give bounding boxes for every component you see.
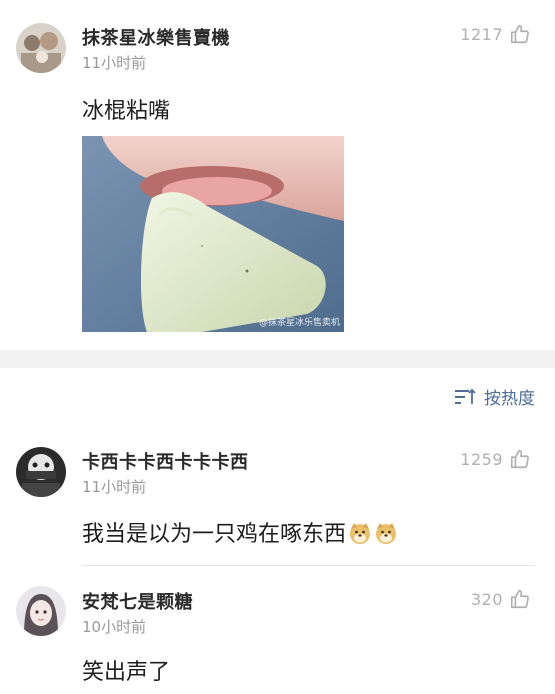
- thumbs-up-icon: [510, 24, 529, 44]
- comment-image[interactable]: @抹茶星冰乐售卖机: [82, 136, 344, 332]
- like-count: 320: [470, 589, 503, 609]
- image-watermark: @抹茶星冰乐售卖机: [258, 318, 340, 328]
- avatar[interactable]: [16, 586, 66, 636]
- like-count: 1259: [460, 449, 503, 469]
- comment-text: 我当是以为一只鸡在啄东西: [82, 516, 398, 548]
- comment-text-content: 我当是以为一只鸡在啄东西: [82, 522, 347, 547]
- sort-icon: [455, 388, 476, 404]
- popsicle-photo: [82, 136, 344, 332]
- avatar[interactable]: [16, 447, 66, 497]
- comment-item: 卡西卡卡西卡卡卡西 11小时前 1259 我当是以为一只鸡在啄东西: [0, 430, 555, 565]
- like-button[interactable]: 320: [471, 588, 531, 610]
- thumbs-up-icon: [510, 449, 529, 469]
- section-divider: [0, 350, 555, 368]
- comment-item: 安梵七是颗糖 10小时前 320 笑出声了: [0, 566, 555, 694]
- like-count: 1217: [460, 24, 503, 44]
- sort-by-hot-button[interactable]: 按热度: [454, 384, 535, 409]
- timestamp: 10小时前: [82, 618, 147, 636]
- username[interactable]: 安梵七是颗糖: [82, 588, 193, 614]
- top-comment: 抹茶星冰樂售賣機 11小时前 1217 冰棍粘嘴 @抹茶星冰乐售卖机: [0, 0, 555, 350]
- timestamp: 11小时前: [82, 54, 147, 72]
- username[interactable]: 卡西卡卡西卡卡卡西: [82, 448, 249, 474]
- comment-text: 冰棍粘嘴: [82, 99, 171, 124]
- thumbs-up-icon: [510, 589, 529, 609]
- timestamp: 11小时前: [82, 478, 147, 496]
- like-button[interactable]: 1217: [460, 23, 531, 45]
- username[interactable]: 抹茶星冰樂售賣機: [82, 24, 230, 50]
- doge-emoji-icon: [350, 523, 371, 544]
- like-button[interactable]: 1259: [460, 448, 531, 470]
- sort-label: 按热度: [484, 389, 535, 409]
- comment-text: 笑出声了: [82, 660, 171, 685]
- avatar[interactable]: [16, 23, 66, 73]
- doge-emoji-icon: [376, 523, 397, 544]
